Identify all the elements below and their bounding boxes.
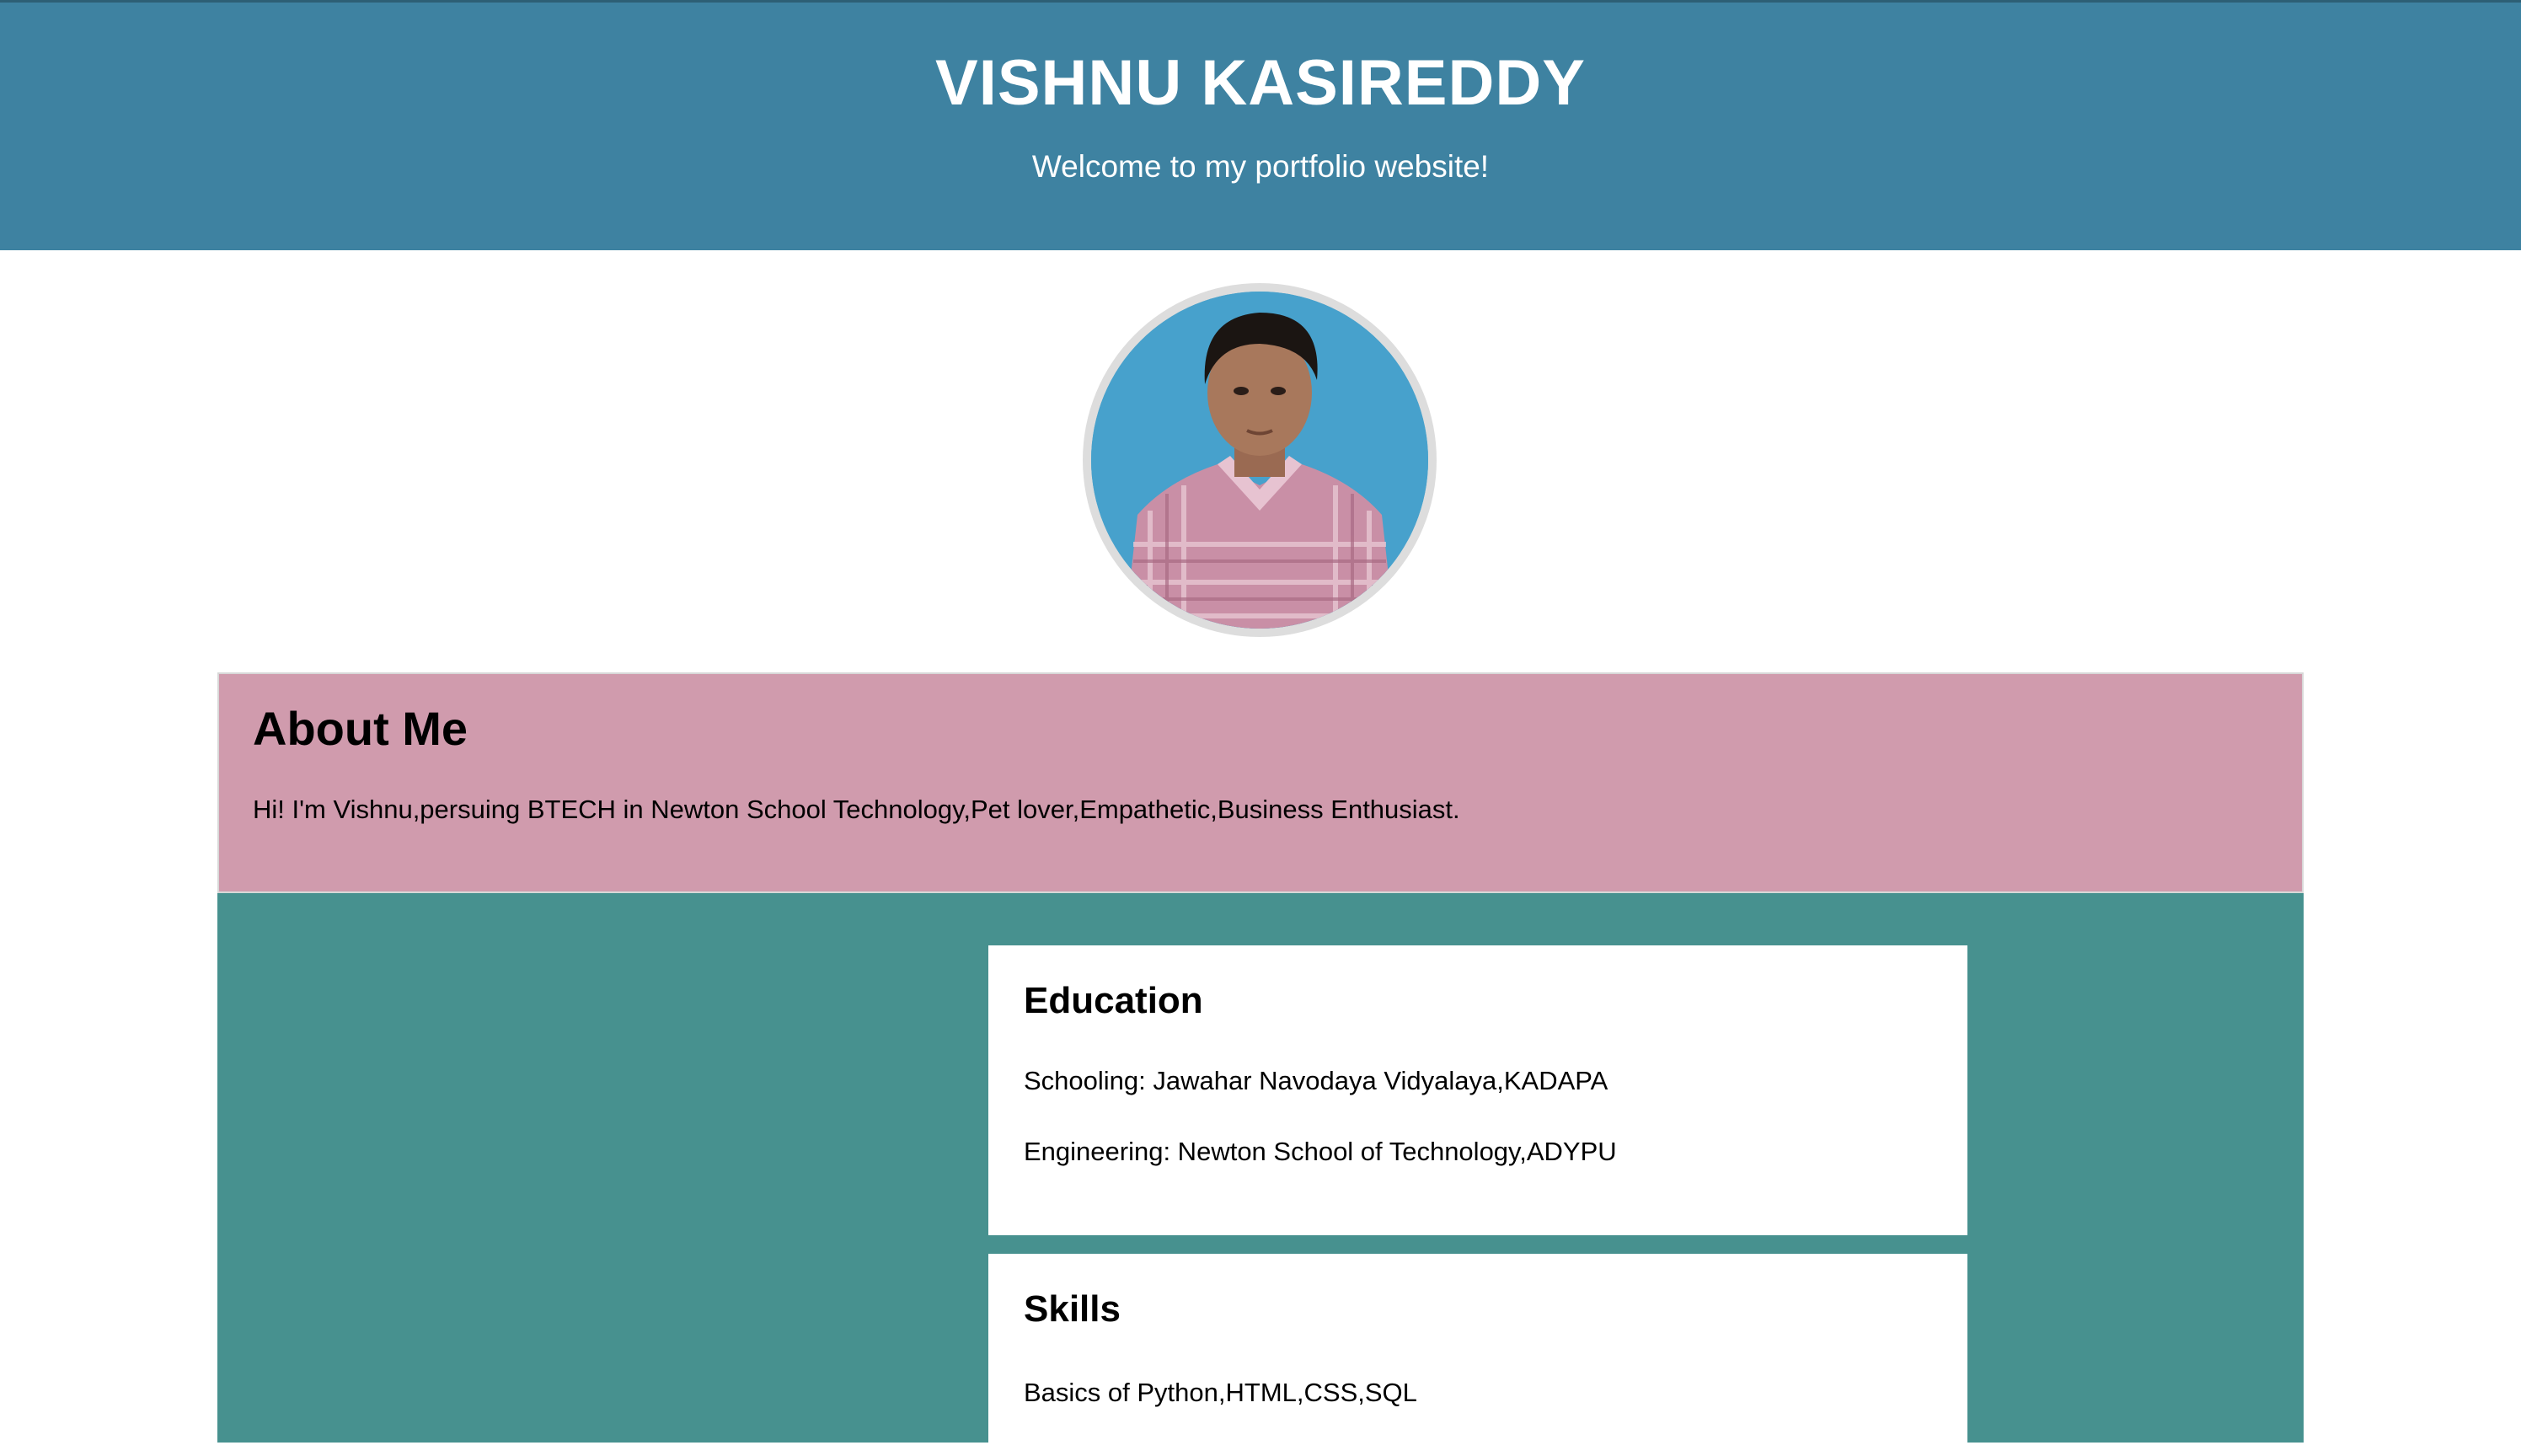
education-engineering: Engineering: Newton School of Technology…	[1024, 1137, 1617, 1166]
about-text: Hi! I'm Vishnu,persuing BTECH in Newton …	[253, 795, 1460, 824]
education-card: Education Schooling: Jawahar Navodaya Vi…	[988, 945, 1967, 1235]
site-subtitle: Welcome to my portfolio website!	[1031, 149, 1490, 184]
education-heading: Education	[1024, 980, 1203, 1021]
site-header: VISHNU KASIREDDY Welcome to my portfolio…	[0, 0, 2521, 250]
profile-photo-frame	[1083, 283, 1437, 637]
skills-text: Basics of Python,HTML,CSS,SQL	[1024, 1378, 1417, 1407]
about-section: About Me Hi! I'm Vishnu,persuing BTECH i…	[217, 672, 2304, 893]
details-section: Education Schooling: Jawahar Navodaya Vi…	[217, 893, 2304, 1456]
education-schooling: Schooling: Jawahar Navodaya Vidyalaya,KA…	[1024, 1066, 1608, 1095]
skills-heading: Skills	[1024, 1288, 1121, 1330]
profile-photo	[1091, 292, 1428, 629]
portrait-illustration	[1091, 292, 1428, 629]
site-title: VISHNU KASIREDDY	[935, 47, 1586, 119]
about-heading: About Me	[253, 702, 468, 755]
skills-card: Skills Basics of Python,HTML,CSS,SQL	[988, 1254, 1967, 1456]
